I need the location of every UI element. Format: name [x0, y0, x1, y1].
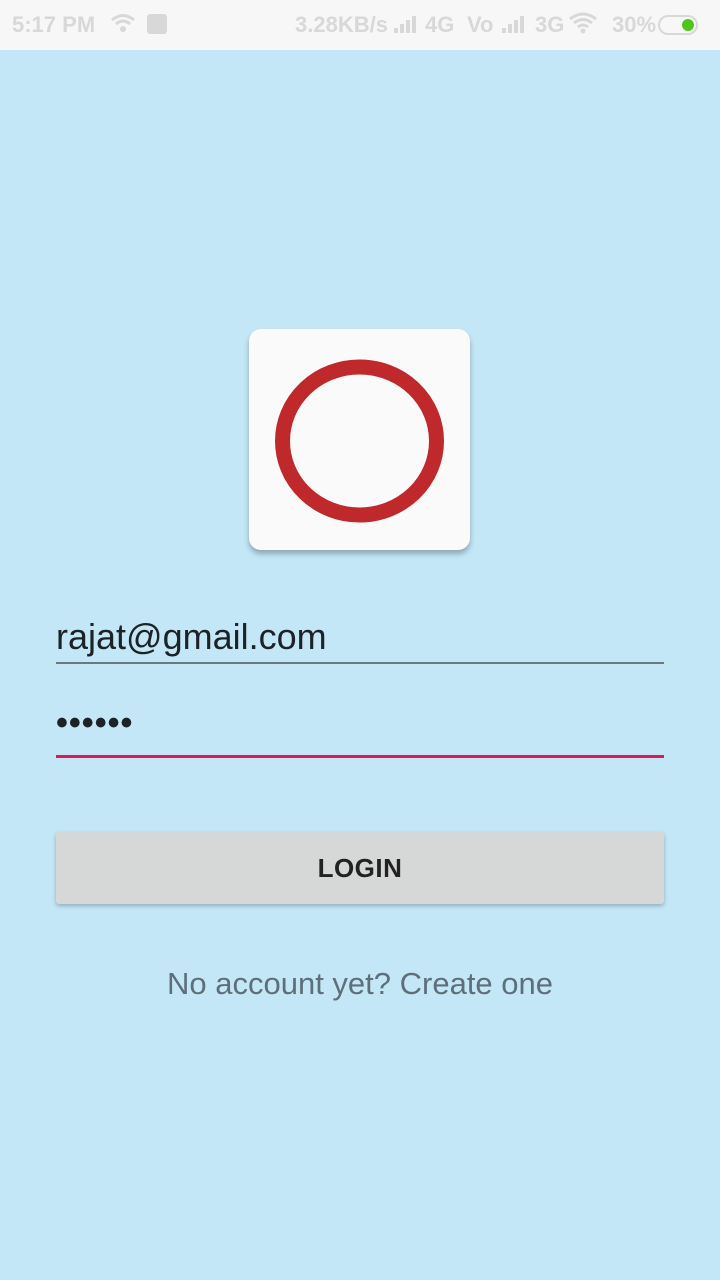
wifi-icon [110, 11, 136, 42]
signal-icon [500, 11, 528, 42]
email-field[interactable]: rajat@gmail.com [56, 608, 664, 664]
volte-icon: Vo [467, 12, 494, 37]
battery-icon [658, 14, 698, 42]
network-type-2: 3G [535, 12, 565, 37]
network-type-1: 4G [425, 12, 455, 37]
signal-icon [392, 11, 420, 42]
red-ring-logo-icon [275, 359, 444, 523]
network-speed: 3.28KB/s [295, 12, 388, 37]
wifi-icon [568, 11, 598, 42]
battery-percent: 30% [612, 12, 657, 37]
password-field[interactable]: •••••• [56, 700, 664, 758]
notification-icon [147, 13, 167, 41]
email-value: rajat@gmail.com [56, 616, 327, 657]
app-logo [249, 329, 470, 550]
status-time: 5:17 PM [12, 12, 96, 37]
create-account-link[interactable]: No account yet? Create one [0, 966, 720, 1002]
password-value: •••••• [56, 704, 134, 742]
status-bar: 5:17 PM 3.28KB/s 4G Vo 3G 30% [0, 0, 720, 50]
login-button[interactable]: LOGIN [56, 832, 664, 904]
